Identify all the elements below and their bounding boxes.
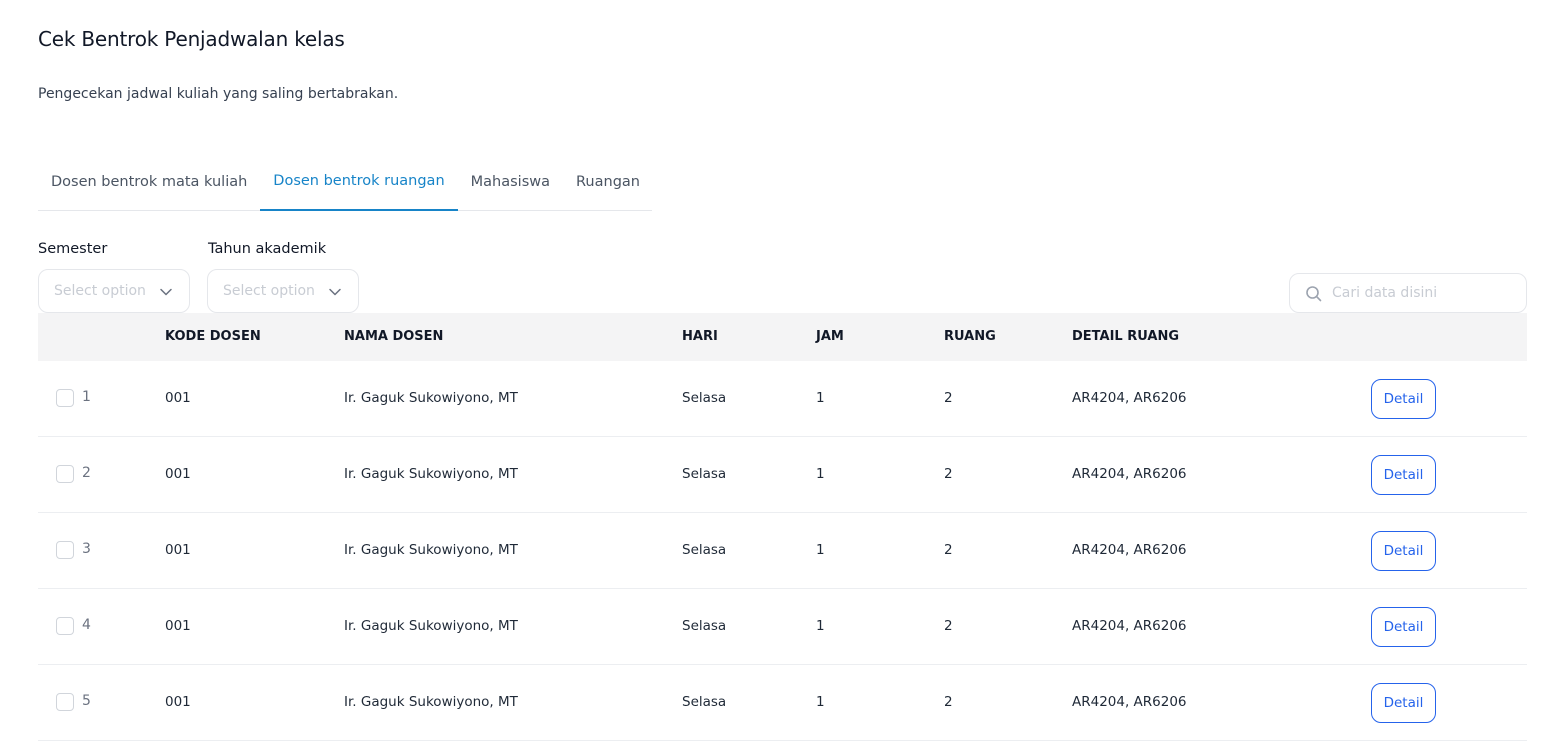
tab-label: Dosen bentrok mata kuliah [51, 174, 248, 190]
column-header-nama-dosen: NAMA DOSEN [344, 329, 444, 344]
column-header-detail-ruang: DETAIL RUANG [1072, 329, 1180, 344]
chevron-down-icon [329, 288, 341, 296]
cell-jam: 1 [816, 542, 825, 558]
semester-label: Semester [38, 241, 108, 257]
row-checkbox[interactable] [56, 389, 74, 407]
chevron-down-icon [160, 288, 172, 296]
page: Cek Bentrok Penjadwalan kelas Pengecekan… [0, 0, 1561, 752]
cell-kode-dosen: 001 [165, 390, 191, 406]
tahun-akademik-select[interactable]: Select option [207, 269, 359, 313]
detail-button[interactable]: Detail [1371, 683, 1436, 723]
table-row: 4 001 Ir. Gaguk Sukowiyono, MT Selasa 1 … [38, 589, 1527, 665]
detail-button[interactable]: Detail [1371, 455, 1436, 495]
row-number: 5 [82, 693, 91, 709]
page-title: Cek Bentrok Penjadwalan kelas [38, 27, 345, 51]
cell-hari: Selasa [682, 542, 727, 558]
table-row: 5 001 Ir. Gaguk Sukowiyono, MT Selasa 1 … [38, 665, 1527, 741]
row-checkbox[interactable] [56, 617, 74, 635]
tab-dosen-bentrok-ruangan[interactable]: Dosen bentrok ruangan [260, 165, 458, 211]
semester-select[interactable]: Select option [38, 269, 190, 313]
cell-hari: Selasa [682, 466, 727, 482]
tab-bar: Dosen bentrok mata kuliah Dosen bentrok … [38, 165, 652, 211]
cell-detail-ruang: AR4204, AR6206 [1072, 618, 1187, 634]
tab-mahasiswa[interactable]: Mahasiswa [458, 165, 563, 211]
tab-dosen-bentrok-mata-kuliah[interactable]: Dosen bentrok mata kuliah [38, 165, 260, 211]
search-input[interactable] [1332, 285, 1512, 301]
cell-jam: 1 [816, 618, 825, 634]
cell-detail-ruang: AR4204, AR6206 [1072, 694, 1187, 710]
tab-ruangan[interactable]: Ruangan [563, 165, 653, 211]
tahun-akademik-select-placeholder: Select option [223, 283, 315, 299]
column-header-hari: HARI [682, 329, 718, 344]
cell-nama-dosen: Ir. Gaguk Sukowiyono, MT [344, 694, 518, 710]
table-row: 2 001 Ir. Gaguk Sukowiyono, MT Selasa 1 … [38, 437, 1527, 513]
cell-jam: 1 [816, 694, 825, 710]
tab-label: Ruangan [576, 174, 640, 190]
row-number: 2 [82, 465, 91, 481]
cell-nama-dosen: Ir. Gaguk Sukowiyono, MT [344, 466, 518, 482]
cell-kode-dosen: 001 [165, 542, 191, 558]
column-header-kode-dosen: KODE DOSEN [165, 329, 261, 344]
column-header-jam: JAM [816, 329, 844, 344]
tahun-akademik-label: Tahun akademik [208, 241, 327, 257]
cell-detail-ruang: AR4204, AR6206 [1072, 542, 1187, 558]
cell-ruang: 2 [944, 390, 953, 406]
cell-hari: Selasa [682, 694, 727, 710]
search-box [1289, 273, 1527, 313]
search-icon [1306, 286, 1322, 302]
cell-kode-dosen: 001 [165, 466, 191, 482]
cell-detail-ruang: AR4204, AR6206 [1072, 466, 1187, 482]
cell-jam: 1 [816, 466, 825, 482]
cell-kode-dosen: 001 [165, 618, 191, 634]
cell-kode-dosen: 001 [165, 694, 191, 710]
semester-select-placeholder: Select option [54, 283, 146, 299]
cell-jam: 1 [816, 390, 825, 406]
cell-hari: Selasa [682, 618, 727, 634]
table-row: 3 001 Ir. Gaguk Sukowiyono, MT Selasa 1 … [38, 513, 1527, 589]
row-number: 1 [82, 389, 91, 405]
cell-ruang: 2 [944, 694, 953, 710]
cell-ruang: 2 [944, 542, 953, 558]
row-number: 4 [82, 617, 91, 633]
cell-nama-dosen: Ir. Gaguk Sukowiyono, MT [344, 618, 518, 634]
column-header-ruang: RUANG [944, 329, 996, 344]
conflict-table: KODE DOSEN NAMA DOSEN HARI JAM RUANG DET… [38, 313, 1527, 741]
table-row: 1 001 Ir. Gaguk Sukowiyono, MT Selasa 1 … [38, 361, 1527, 437]
tab-label: Mahasiswa [470, 174, 550, 190]
detail-button[interactable]: Detail [1371, 607, 1436, 647]
cell-hari: Selasa [682, 390, 727, 406]
row-checkbox[interactable] [56, 541, 74, 559]
table-header: KODE DOSEN NAMA DOSEN HARI JAM RUANG DET… [38, 313, 1527, 361]
cell-ruang: 2 [944, 466, 953, 482]
page-subtitle: Pengecekan jadwal kuliah yang saling ber… [38, 86, 399, 102]
cell-detail-ruang: AR4204, AR6206 [1072, 390, 1187, 406]
detail-button[interactable]: Detail [1371, 531, 1436, 571]
detail-button[interactable]: Detail [1371, 379, 1436, 419]
cell-nama-dosen: Ir. Gaguk Sukowiyono, MT [344, 390, 518, 406]
tab-label: Dosen bentrok ruangan [273, 173, 445, 189]
row-checkbox[interactable] [56, 465, 74, 483]
cell-nama-dosen: Ir. Gaguk Sukowiyono, MT [344, 542, 518, 558]
cell-ruang: 2 [944, 618, 953, 634]
row-number: 3 [82, 541, 91, 557]
row-checkbox[interactable] [56, 693, 74, 711]
